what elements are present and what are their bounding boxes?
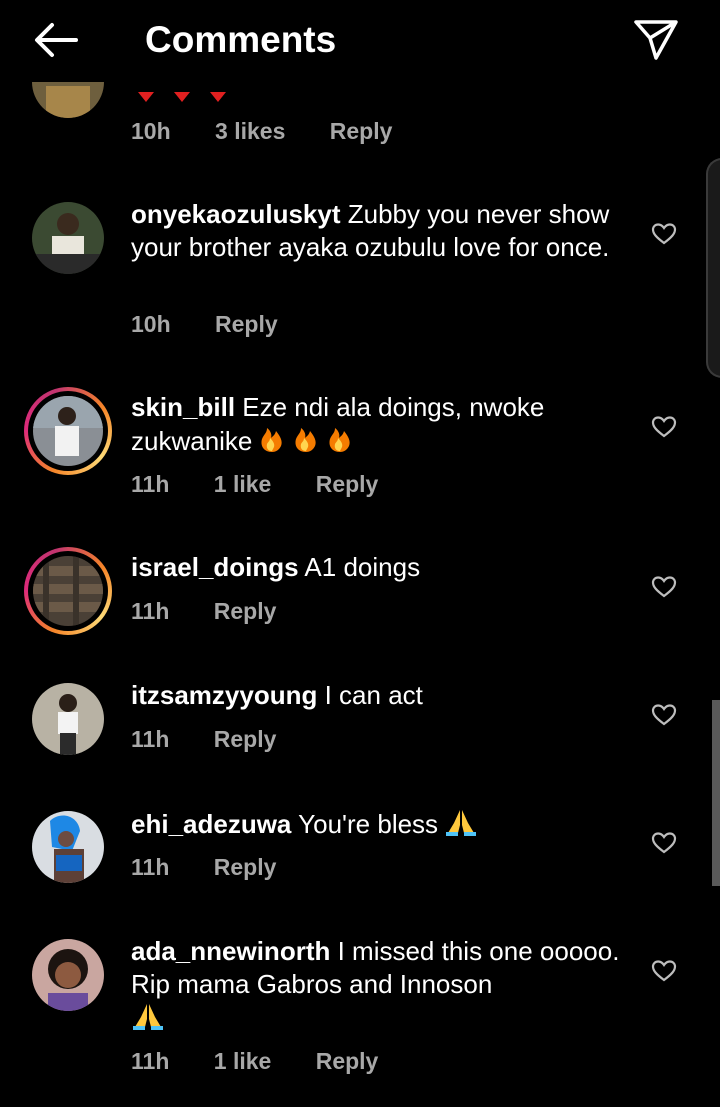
comment-likes[interactable]: 3 likes bbox=[215, 116, 285, 146]
comment-time: 10h bbox=[131, 311, 171, 337]
top-bar: Comments bbox=[0, 0, 720, 82]
comment-username[interactable]: ada_nnewinorth bbox=[131, 936, 330, 966]
reply-button[interactable]: Reply bbox=[316, 469, 379, 499]
reply-button[interactable]: Reply bbox=[214, 852, 277, 882]
reply-button[interactable]: Reply bbox=[316, 1046, 379, 1076]
folded-hands-emoji bbox=[133, 1004, 163, 1030]
heart-icon[interactable] bbox=[651, 575, 677, 599]
page-title: Comments bbox=[145, 19, 337, 60]
heart-icon[interactable] bbox=[651, 831, 677, 855]
folded-hands-emoji bbox=[446, 810, 477, 836]
avatar[interactable] bbox=[24, 675, 112, 763]
comment-time: 11h bbox=[131, 726, 170, 752]
avatar-story-ring[interactable] bbox=[24, 387, 112, 475]
reply-button[interactable]: Reply bbox=[330, 116, 393, 146]
back-button[interactable] bbox=[28, 18, 84, 62]
comment-username[interactable]: onyekaozuluskyt bbox=[131, 199, 341, 229]
arrow-left-icon bbox=[35, 23, 78, 57]
heart-emoji-row bbox=[138, 92, 226, 102]
comment-text: You're bless bbox=[298, 809, 439, 839]
paper-plane-icon bbox=[634, 20, 678, 60]
comment-username[interactable]: israel_doings bbox=[131, 552, 299, 582]
comment-username[interactable]: skin_bill bbox=[131, 392, 235, 422]
share-button[interactable] bbox=[630, 16, 682, 64]
comment-time: 11h bbox=[131, 598, 170, 624]
reply-button[interactable]: Reply bbox=[214, 724, 277, 754]
reply-button[interactable]: Reply bbox=[215, 309, 278, 339]
avatar[interactable] bbox=[24, 931, 112, 1019]
fire-emoji bbox=[261, 428, 351, 452]
comment-time: 11h bbox=[131, 471, 170, 497]
comment-text: A1 doings bbox=[304, 552, 421, 582]
avatar-story-ring[interactable] bbox=[24, 547, 112, 635]
comment-time: 10h bbox=[131, 118, 171, 144]
comment-time: 11h bbox=[131, 1048, 170, 1074]
heart-icon[interactable] bbox=[651, 703, 677, 727]
heart-icon[interactable] bbox=[651, 415, 677, 439]
avatar[interactable] bbox=[24, 194, 112, 282]
avatar[interactable] bbox=[24, 803, 112, 891]
heart-icon[interactable] bbox=[651, 222, 677, 246]
scrollbar[interactable] bbox=[712, 700, 720, 886]
comment-username[interactable]: itzsamzyyoung bbox=[131, 680, 317, 710]
comment-username[interactable]: ehi_adezuwa bbox=[131, 809, 291, 839]
comment-time: 11h bbox=[131, 854, 170, 880]
reply-button[interactable]: Reply bbox=[214, 596, 277, 626]
comment-likes[interactable]: 1 like bbox=[214, 469, 272, 499]
comment-likes[interactable]: 1 like bbox=[214, 1046, 272, 1076]
edge-panel-handle[interactable] bbox=[706, 158, 720, 378]
heart-icon[interactable] bbox=[651, 959, 677, 983]
comment-text: I can act bbox=[324, 680, 423, 710]
